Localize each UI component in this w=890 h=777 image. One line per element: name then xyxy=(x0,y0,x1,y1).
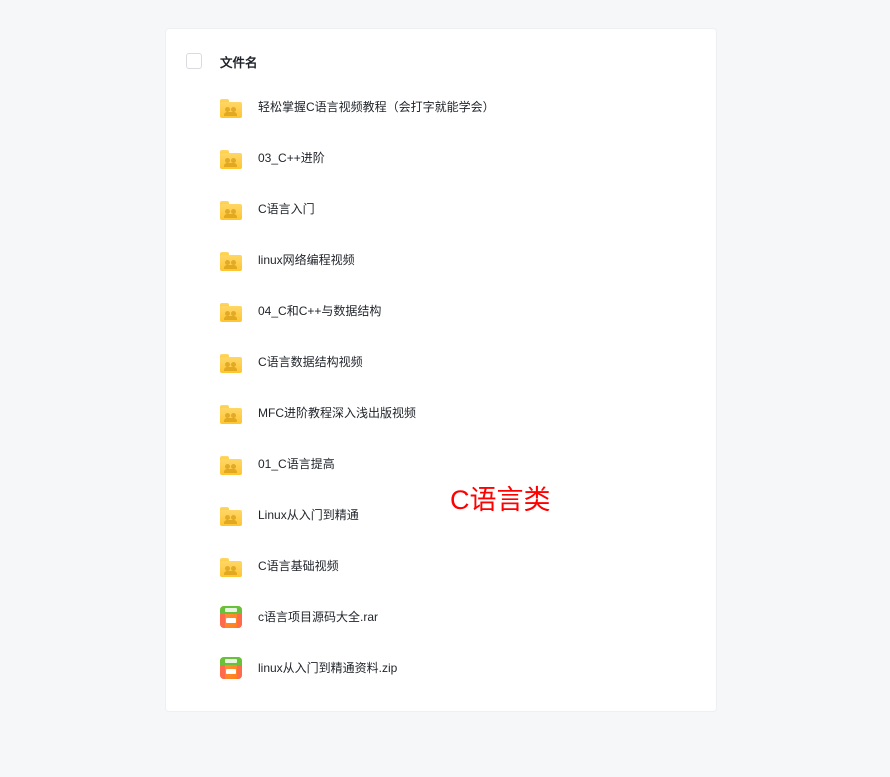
file-name-label: C语言基础视频 xyxy=(258,557,339,574)
folder-icon xyxy=(220,201,242,219)
file-name-label: 轻松掌握C语言视频教程（会打字就能学会） xyxy=(258,98,495,115)
file-name-label: 03_C++进阶 xyxy=(258,149,325,166)
folder-icon xyxy=(220,150,242,168)
list-item[interactable]: c语言项目源码大全.rar xyxy=(166,591,716,642)
list-item[interactable]: C语言入门 xyxy=(166,183,716,234)
file-name-label: c语言项目源码大全.rar xyxy=(258,608,378,625)
file-name-label: C语言入门 xyxy=(258,200,315,217)
file-name-label: 01_C语言提高 xyxy=(258,455,335,472)
folder-icon xyxy=(220,252,242,270)
archive-icon xyxy=(220,606,242,628)
list-item[interactable]: 轻松掌握C语言视频教程（会打字就能学会） xyxy=(166,81,716,132)
folder-icon xyxy=(220,99,242,117)
folder-icon xyxy=(220,558,242,576)
list-header: 文件名 xyxy=(166,49,716,81)
file-name-label: Linux从入门到精通 xyxy=(258,506,359,523)
file-name-label: 04_C和C++与数据结构 xyxy=(258,302,381,319)
folder-icon xyxy=(220,354,242,372)
list-item[interactable]: Linux从入门到精通 xyxy=(166,489,716,540)
list-item[interactable]: 03_C++进阶 xyxy=(166,132,716,183)
file-list: 轻松掌握C语言视频教程（会打字就能学会） 03_C++进阶 C语言入门 linu… xyxy=(166,81,716,693)
column-header-filename: 文件名 xyxy=(220,52,258,71)
file-name-label: C语言数据结构视频 xyxy=(258,353,363,370)
list-item[interactable]: 01_C语言提高 xyxy=(166,438,716,489)
folder-icon xyxy=(220,456,242,474)
list-item[interactable]: linux网络编程视频 xyxy=(166,234,716,285)
file-name-label: MFC进阶教程深入浅出版视频 xyxy=(258,404,416,421)
select-all-checkbox[interactable] xyxy=(186,53,202,69)
list-item[interactable]: MFC进阶教程深入浅出版视频 xyxy=(166,387,716,438)
file-name-label: linux网络编程视频 xyxy=(258,251,355,268)
file-name-label: linux从入门到精通资料.zip xyxy=(258,659,397,676)
folder-icon xyxy=(220,405,242,423)
folder-icon xyxy=(220,507,242,525)
list-item[interactable]: linux从入门到精通资料.zip xyxy=(166,642,716,693)
archive-icon xyxy=(220,657,242,679)
file-list-card: 文件名 轻松掌握C语言视频教程（会打字就能学会） 03_C++进阶 C语言入门 … xyxy=(165,28,717,712)
list-item[interactable]: C语言基础视频 xyxy=(166,540,716,591)
list-item[interactable]: 04_C和C++与数据结构 xyxy=(166,285,716,336)
folder-icon xyxy=(220,303,242,321)
list-item[interactable]: C语言数据结构视频 xyxy=(166,336,716,387)
